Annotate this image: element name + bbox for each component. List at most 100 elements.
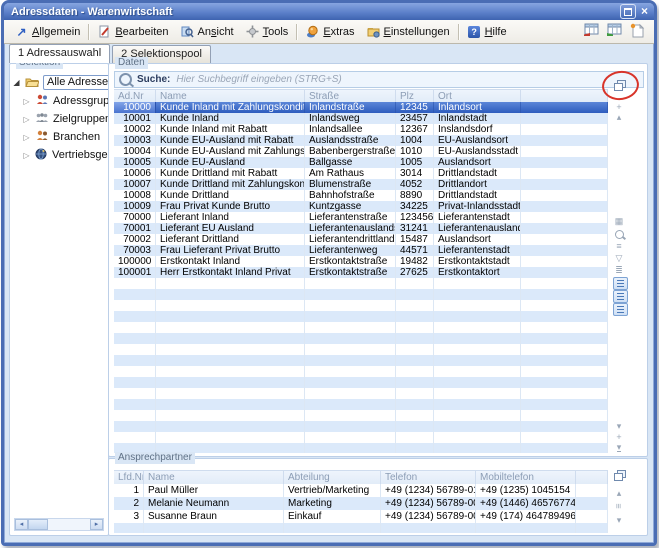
table-cell [521,311,608,322]
scroll-up-icon[interactable]: ▴ [612,487,626,499]
menu-allgemein[interactable]: ↗ Allgemein [9,23,86,40]
table-row[interactable]: 10009Frau Privat Kunde BruttoKuntzgasse3… [114,201,608,212]
scroll-left-icon[interactable]: ◂ [15,519,28,530]
table-row[interactable]: 10002Kunde Inland mit RabattInlandsallee… [114,124,608,135]
column-header-adnr[interactable]: Ad.Nr▼ [114,90,156,102]
table-row[interactable]: 10000Kunde Inland mit Zahlungskondition … [114,102,608,113]
table-row[interactable]: 10003Kunde EU-Ausland mit RabattAuslands… [114,135,608,146]
column-header-lfdnr[interactable]: Lfd.Nr. [114,471,144,484]
table-cell [305,289,396,300]
folder-open-icon [25,76,39,90]
sort-rows-icon[interactable]: ≡ [612,240,626,252]
table-cell [305,278,396,289]
tree-item-zielgruppen[interactable]: ▷ Zielgruppen [22,112,111,126]
import-table-icon[interactable] [606,23,622,38]
column-header-abteilung[interactable]: Abteilung [284,471,381,484]
table-row[interactable]: 1Paul MüllerVertrieb/Marketing+49 (1234)… [114,484,608,497]
toolbar-right [583,23,645,38]
menu-extras[interactable]: Extras [300,23,360,40]
table-cell [521,399,608,410]
table-cell [396,399,434,410]
table-row[interactable]: 70002Lieferant DrittlandLieferantendritt… [114,234,608,245]
table-cell [284,523,381,533]
restore-button[interactable] [620,4,636,19]
table-cell: Kuntzgasse [305,201,396,212]
table-cell [156,333,305,344]
table-cell: Lieferant Inland [156,212,305,223]
table-cell [396,410,434,421]
table-row[interactable]: 100000Erstkontakt InlandErstkontaktstraß… [114,256,608,267]
column-header-ort[interactable]: Ort [434,90,521,102]
table-row[interactable]: 70000Lieferant InlandLieferantenstraße12… [114,212,608,223]
table-row[interactable]: 10004Kunde EU-Ausland mit Zahlungskondti… [114,146,608,157]
menu-tools[interactable]: Tools [240,23,295,40]
tree-item-branchen[interactable]: ▷ Branchen [22,130,100,144]
search-input[interactable] [174,73,639,87]
table-row[interactable]: 70001Lieferant EU AuslandLieferantenausl… [114,223,608,234]
tree-collapsed-icon[interactable]: ▷ [22,115,31,124]
column-header-name[interactable]: Name [156,90,305,102]
window-title: Adressdaten - Warenwirtschaft [11,6,617,18]
column-header-mobiltelefon[interactable]: Mobiltelefon [476,471,576,484]
contacts-table: 1Paul MüllerVertrieb/Marketing+49 (1234)… [114,484,608,533]
menu-label: Einstellungen [384,26,450,38]
tree-collapsed-icon[interactable]: ▷ [22,97,31,106]
table-cell: Marketing [284,497,381,510]
list-view-icon[interactable] [613,303,628,316]
selection-hscrollbar[interactable]: ◂ ▸ [14,518,104,531]
tab-adressauswahl[interactable]: 1 Adressauswahl [9,44,110,63]
table-row[interactable]: 10005Kunde EU-AuslandBallgasse1005Auslan… [114,157,608,168]
scroll-bottom-icon[interactable]: ▾ [612,441,626,453]
copy-rows-icon[interactable] [612,79,626,91]
table-cell: Lieferant EU Ausland [156,223,305,234]
scroll-right-icon[interactable]: ▸ [90,519,103,530]
menu-einstellungen[interactable]: Einstellungen [361,23,456,40]
table-cell [434,410,521,421]
tree-item-label: Branchen [53,131,100,144]
restore-icon [624,8,632,16]
table-empty-row [114,278,608,289]
table-row[interactable]: 100001Herr Erstkontakt Inland PrivatErst… [114,267,608,278]
table-cell: Erstkontaktstadt [434,256,521,267]
scrollbar-track[interactable] [48,519,90,530]
column-header-plz[interactable]: Plz [396,90,434,102]
columns-icon[interactable]: ≡ [612,500,626,512]
scroll-down-icon[interactable]: ▾ [612,514,626,526]
table-row[interactable]: 10008Kunde DrittlandBahnhofstraße8890Dri… [114,190,608,201]
table-cell: 123456 [396,212,434,223]
table-empty-row [114,432,608,443]
menu-ansicht[interactable]: Ansicht [175,23,240,40]
copy-rows-icon[interactable] [612,469,626,481]
list-view-icon[interactable] [613,290,628,303]
print-rows-icon[interactable]: ≣ [612,264,626,276]
table-row[interactable]: 70003Frau Lieferant Privat BruttoLiefera… [114,245,608,256]
tree-item-alle-adressen[interactable]: ◢ Alle Adressen [12,75,118,90]
menu-bearbeiten[interactable]: Bearbeiten [92,23,174,40]
tree-collapsed-icon[interactable]: ▷ [22,133,31,142]
table-cell: EU-Auslandsort [434,135,521,146]
filter-rows-icon[interactable]: ▽ [612,252,626,264]
table-cell [305,355,396,366]
table-row[interactable]: 2Melanie NeumannMarketing+49 (1234) 5678… [114,497,608,510]
column-header-name[interactable]: Name [144,471,284,484]
column-header-strasse[interactable]: Straße [305,90,396,102]
tree-expanded-icon[interactable]: ◢ [12,78,21,87]
scroll-top-icon[interactable]: ▴ [612,111,626,123]
column-header-telefon[interactable]: Telefon [381,471,476,484]
table-row[interactable]: 10007Kunde Drittland mit Zahlungskonditi… [114,179,608,190]
table-cell [305,344,396,355]
grid-view-icon[interactable]: ▦ [612,215,626,227]
export-table-icon[interactable] [583,23,599,38]
tree-collapsed-icon[interactable]: ▷ [22,151,31,160]
new-document-icon[interactable] [629,23,645,38]
search-rows-icon[interactable] [612,228,626,240]
list-view-icon[interactable] [613,277,628,290]
close-button[interactable]: × [641,5,648,18]
table-cell: Paul Müller [144,484,284,497]
menu-hilfe[interactable]: ? Hilfe [462,23,513,40]
table-cell [434,322,521,333]
scrollbar-thumb[interactable] [28,519,48,530]
table-row[interactable]: 3Susanne BraunEinkauf+49 (1234) 56789-00… [114,510,608,523]
table-row[interactable]: 10006Kunde Drittland mit RabattAm Rathau… [114,168,608,179]
table-row[interactable]: 10001Kunde InlandInlandsweg23457Inlandst… [114,113,608,124]
